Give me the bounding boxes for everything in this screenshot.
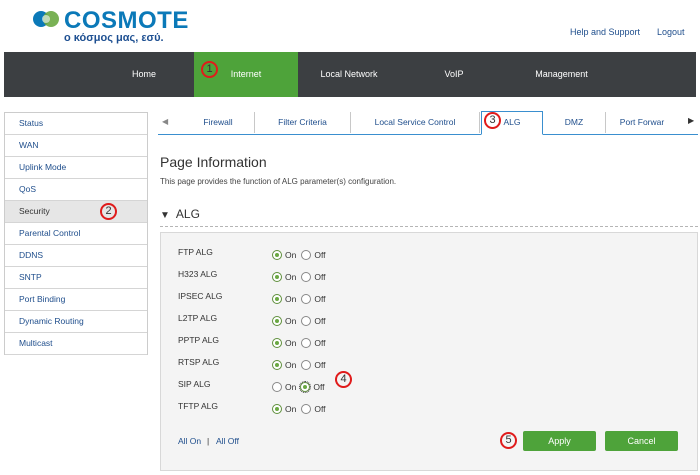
tab-scroll-right-icon[interactable]: ▶ — [688, 116, 694, 125]
sidebar-item-port-binding[interactable]: Port Binding — [5, 289, 147, 311]
brand-tagline: ο κόσμος μας, εσύ. — [64, 32, 164, 44]
alg-radio-group: On Off — [272, 334, 326, 352]
nav-management[interactable]: Management — [519, 52, 604, 97]
tab-scroll-left-icon[interactable]: ◀ — [162, 117, 168, 126]
radio-on-label: On — [285, 337, 297, 348]
radio-off[interactable] — [301, 359, 312, 370]
tab-filter-criteria[interactable]: Filter Criteria — [255, 112, 351, 133]
radio-off-label: Off — [314, 403, 326, 414]
all-off-link[interactable]: All Off — [216, 436, 239, 446]
alg-label: FTP ALG — [178, 247, 213, 257]
radio-off[interactable] — [301, 249, 312, 260]
all-on-link[interactable]: All On — [178, 436, 201, 446]
radio-on[interactable] — [272, 315, 282, 326]
alg-section-header[interactable]: ▼ ALG — [160, 207, 200, 221]
alg-radio-group: On Off — [272, 268, 326, 286]
page-title: Page Information — [160, 154, 267, 170]
nav-home[interactable]: Home — [114, 52, 174, 97]
sidebar-item-dynamic-routing[interactable]: Dynamic Routing — [5, 311, 147, 333]
radio-off-label: Off — [314, 249, 326, 260]
radio-off[interactable] — [301, 315, 312, 326]
alg-radio-group: On Off — [272, 356, 326, 374]
alg-label: RTSP ALG — [178, 357, 220, 367]
radio-off-label: Off — [314, 271, 326, 282]
tab-firewall[interactable]: Firewall — [182, 112, 255, 133]
section-title: ALG — [175, 207, 200, 221]
radio-on[interactable] — [272, 359, 282, 370]
tab-local-service-control[interactable]: Local Service Control — [351, 112, 480, 133]
radio-off[interactable] — [301, 337, 312, 348]
radio-on[interactable] — [272, 271, 282, 282]
sidebar-item-uplink-mode[interactable]: Uplink Mode — [5, 157, 147, 179]
radio-off-label: Off — [313, 381, 325, 392]
radio-on-label: On — [285, 271, 297, 282]
radio-on-label: On — [285, 381, 297, 392]
nav-voip[interactable]: VoIP — [429, 52, 479, 97]
annotation-marker-5: 5 — [500, 432, 517, 449]
radio-on-label: On — [285, 315, 297, 326]
sidebar-item-security[interactable]: Security — [5, 201, 147, 223]
alg-radio-group: On Off — [272, 378, 325, 396]
sidebar-item-sntp[interactable]: SNTP — [5, 267, 147, 289]
radio-off-label: Off — [314, 337, 326, 348]
apply-button[interactable]: Apply — [523, 431, 596, 451]
logout-link[interactable]: Logout — [657, 27, 685, 37]
alg-radio-group: On Off — [272, 290, 326, 308]
annotation-marker-2: 2 — [100, 203, 117, 220]
cosmote-logo-icon — [32, 8, 60, 30]
sidebar-item-ddns[interactable]: DDNS — [5, 245, 147, 267]
annotation-marker-4: 4 — [335, 371, 352, 388]
page-description: This page provides the function of ALG p… — [160, 177, 397, 186]
radio-off[interactable] — [301, 403, 312, 414]
radio-on[interactable] — [272, 337, 282, 348]
annotation-marker-1: 1 — [201, 61, 218, 78]
cancel-button[interactable]: Cancel — [605, 431, 678, 451]
radio-on[interactable] — [272, 293, 282, 304]
nav-local-network[interactable]: Local Network — [309, 52, 389, 97]
alg-label: TFTP ALG — [178, 401, 218, 411]
alg-radio-group: On Off — [272, 400, 326, 418]
brand-name: COSMOTE — [64, 7, 189, 34]
alg-label: PPTP ALG — [178, 335, 219, 345]
radio-on-label: On — [285, 293, 297, 304]
alg-label: IPSEC ALG — [178, 291, 223, 301]
radio-off[interactable] — [301, 271, 312, 282]
sidebar-item-multicast[interactable]: Multicast — [5, 333, 147, 355]
alg-label: H323 ALG — [178, 269, 218, 279]
annotation-marker-3: 3 — [484, 112, 501, 129]
radio-off[interactable] — [299, 380, 312, 393]
radio-on-label: On — [285, 249, 297, 260]
tab-dmz[interactable]: DMZ — [543, 112, 606, 133]
radio-off-label: Off — [314, 315, 326, 326]
radio-off-label: Off — [314, 359, 326, 370]
alg-radio-group: On Off — [272, 246, 326, 264]
radio-on-label: On — [285, 359, 297, 370]
alg-label: L2TP ALG — [178, 313, 218, 323]
alg-label: SIP ALG — [178, 379, 211, 389]
radio-on[interactable] — [272, 249, 282, 260]
sidebar-item-parental-control[interactable]: Parental Control — [5, 223, 147, 245]
main-nav: Home Internet Local Network VoIP Managem… — [4, 52, 696, 97]
alg-radio-group: On Off — [272, 312, 326, 330]
section-divider — [160, 226, 698, 227]
tab-port-forwarding[interactable]: Port Forwar — [606, 112, 678, 133]
collapse-triangle-icon: ▼ — [160, 210, 170, 221]
sidebar-item-qos[interactable]: QoS — [5, 179, 147, 201]
radio-on-label: On — [285, 403, 297, 414]
radio-off[interactable] — [301, 293, 312, 304]
radio-off-label: Off — [314, 293, 326, 304]
sidebar-item-status[interactable]: Status — [5, 113, 147, 135]
help-link[interactable]: Help and Support — [570, 27, 640, 37]
sidebar: Status WAN Uplink Mode QoS Security Pare… — [4, 112, 148, 355]
radio-on[interactable] — [272, 403, 282, 414]
radio-on[interactable] — [272, 381, 282, 392]
link-separator: | — [207, 436, 210, 446]
sidebar-item-wan[interactable]: WAN — [5, 135, 147, 157]
